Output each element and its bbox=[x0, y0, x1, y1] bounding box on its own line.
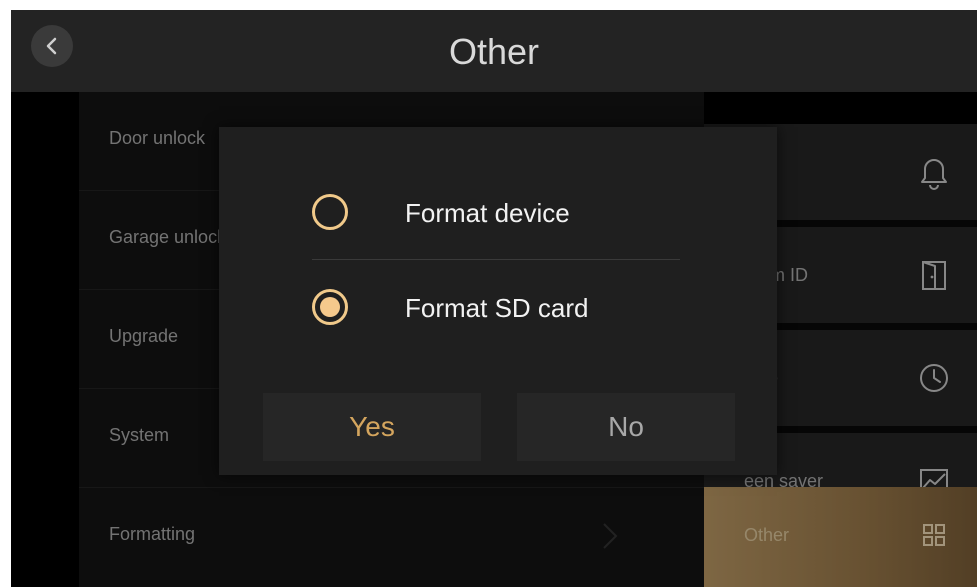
no-button[interactable]: No bbox=[517, 393, 735, 461]
format-dialog: Format device Format SD card Yes No bbox=[219, 127, 777, 475]
yes-button[interactable]: Yes bbox=[263, 393, 481, 461]
radio-dot bbox=[320, 297, 340, 317]
radio-unchecked[interactable] bbox=[312, 194, 348, 230]
divider bbox=[312, 259, 680, 260]
option-label: Format SD card bbox=[405, 293, 589, 323]
option-format-sd-card[interactable]: Format SD card bbox=[312, 279, 692, 339]
title-bar: Other bbox=[11, 10, 977, 92]
radio-checked[interactable] bbox=[312, 289, 348, 325]
option-format-device[interactable]: Format device bbox=[312, 184, 692, 244]
page-title: Other bbox=[448, 31, 540, 72]
screen: Other Door unlock Garage unlock Upgrade … bbox=[11, 10, 977, 587]
option-label: Format device bbox=[405, 198, 570, 228]
